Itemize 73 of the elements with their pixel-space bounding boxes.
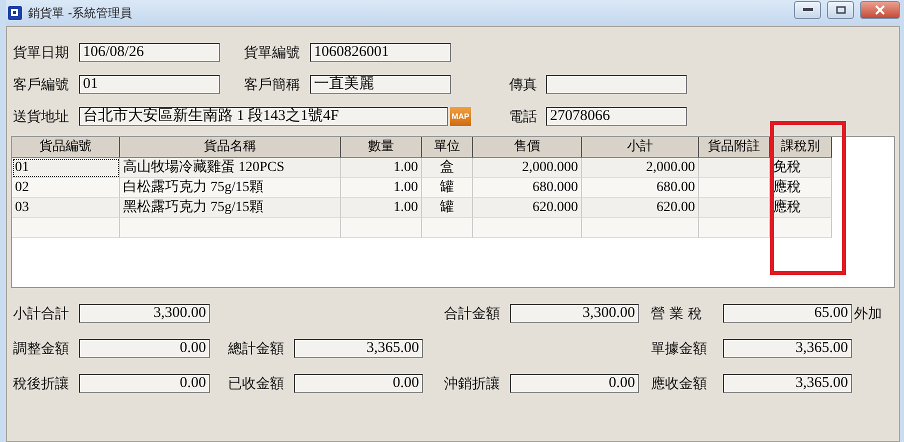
- field-label: 傳真: [509, 76, 538, 94]
- table-cell: 680.00: [582, 178, 699, 198]
- table-cell: 盒: [422, 158, 473, 178]
- amount-field[interactable]: 0.00: [510, 374, 639, 393]
- field-label: 調整金額: [13, 340, 70, 358]
- column-header[interactable]: 數量: [341, 137, 422, 158]
- column-header[interactable]: 單位: [422, 137, 473, 158]
- minimize-button[interactable]: [794, 1, 821, 19]
- amount-field[interactable]: 0.00: [79, 374, 210, 393]
- field-label: 電話: [509, 108, 538, 126]
- amount-field[interactable]: 3,365.00: [723, 339, 852, 358]
- app-icon: [8, 6, 22, 20]
- column-header[interactable]: 貨品編號: [12, 137, 120, 158]
- suffix-label: 外加: [854, 304, 882, 322]
- text-field[interactable]: 一直美麗: [310, 75, 451, 94]
- text-field[interactable]: 01: [79, 75, 220, 94]
- field-label: 送貨地址: [13, 108, 70, 126]
- table-cell: 02: [12, 178, 120, 198]
- table-cell: [699, 218, 770, 238]
- text-field[interactable]: 1060826001: [310, 43, 451, 62]
- table-cell: 620.000: [473, 198, 582, 218]
- table-cell: 罐: [422, 198, 473, 218]
- field-label: 沖銷折讓: [444, 374, 501, 392]
- text-field[interactable]: [546, 75, 687, 94]
- table-cell: 1.00: [341, 178, 422, 198]
- column-header[interactable]: 小計: [582, 137, 699, 158]
- amount-field[interactable]: 3,300.00: [79, 304, 210, 323]
- field-label: 總計金額: [228, 340, 285, 358]
- text-field[interactable]: 台北市大安區新生南路 1 段143之1號4F: [79, 107, 448, 126]
- table-cell: [699, 178, 770, 198]
- amount-field[interactable]: 0.00: [294, 374, 423, 393]
- table-cell: [699, 198, 770, 218]
- field-label: 貨單日期: [13, 44, 70, 62]
- close-button[interactable]: [860, 1, 900, 19]
- table-cell: 罐: [422, 178, 473, 198]
- table-cell: 1.00: [341, 158, 422, 178]
- column-header[interactable]: 貨品名稱: [120, 137, 341, 158]
- minimize-icon: [802, 8, 812, 12]
- field-label: 貨單編號: [244, 44, 301, 62]
- table-cell: 01: [12, 158, 120, 178]
- text-field[interactable]: 27078066: [546, 107, 687, 126]
- table-cell: 680.000: [473, 178, 582, 198]
- table-cell: [422, 218, 473, 238]
- field-label: 合計金額: [444, 304, 501, 322]
- table-cell: 2,000.000: [473, 158, 582, 178]
- table-cell: [699, 158, 770, 178]
- table-cell: 03: [12, 198, 120, 218]
- field-label: 單據金額: [651, 340, 708, 358]
- amount-field[interactable]: 0.00: [79, 339, 210, 358]
- amount-field[interactable]: 3,365.00: [723, 374, 852, 393]
- table-cell: 黑松露巧克力 75g/15顆: [120, 198, 341, 218]
- close-icon: [875, 5, 885, 15]
- window-title: 銷貨單 -系統管理員: [28, 4, 134, 22]
- table-cell: 白松露巧克力 75g/15顆: [120, 178, 341, 198]
- field-label: 客戶編號: [13, 76, 70, 94]
- maximize-icon: [836, 6, 846, 14]
- table-cell: 2,000.00: [582, 158, 699, 178]
- table-cell: 1.00: [341, 198, 422, 218]
- amount-field[interactable]: 65.00: [723, 304, 852, 323]
- column-header[interactable]: 售價: [473, 137, 582, 158]
- field-label: 營 業 稅: [651, 304, 703, 322]
- field-label: 稅後折讓: [13, 374, 70, 392]
- table-cell: 高山牧場冷藏雞蛋 120PCS: [120, 158, 341, 178]
- field-label: 小計合計: [13, 304, 70, 322]
- text-field[interactable]: 106/08/26: [79, 43, 220, 62]
- table-cell: 620.00: [582, 198, 699, 218]
- field-label: 應收金額: [651, 374, 708, 392]
- amount-field[interactable]: 3,300.00: [510, 304, 639, 323]
- column-header[interactable]: 貨品附註: [699, 137, 770, 158]
- maximize-button[interactable]: [827, 1, 854, 19]
- amount-field[interactable]: 3,365.00: [294, 339, 423, 358]
- field-label: 已收金額: [228, 374, 285, 392]
- field-label: 客戶簡稱: [244, 76, 301, 94]
